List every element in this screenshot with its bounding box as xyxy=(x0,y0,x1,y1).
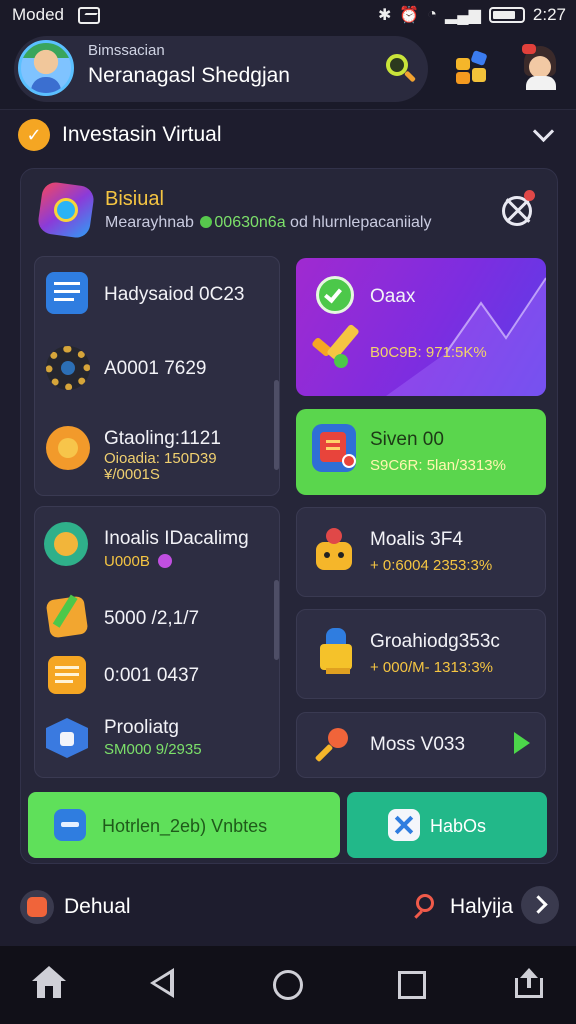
stat-card-title: Moalis 3F4 xyxy=(370,529,463,550)
gear-icon xyxy=(46,346,90,390)
check-coin-icon: ✓ xyxy=(18,119,50,151)
list-item-sub: U000B xyxy=(104,553,173,570)
share-icon[interactable] xyxy=(512,966,546,1000)
default-icon[interactable] xyxy=(20,890,54,924)
card-subtitle-suffix: od hlurnlepacaniialy xyxy=(290,214,432,231)
stat-card-title: Groahiodg353c xyxy=(370,631,500,652)
gem-icon xyxy=(158,554,173,568)
purple-card-title: Oaax xyxy=(370,286,416,307)
list-item-sub: SM000 9/2935 xyxy=(104,741,202,758)
globe-icon xyxy=(44,522,88,566)
list-item-sub: Oioadia: 150D39 xyxy=(104,450,217,467)
home-icon[interactable] xyxy=(32,966,66,1000)
list-item-label: Hadysaiod 0C23 xyxy=(104,284,245,305)
list-item-sub-value: U000B xyxy=(104,553,150,570)
card-title: Bisiual xyxy=(105,188,164,210)
recents-icon[interactable] xyxy=(398,971,426,999)
badge-globe-icon xyxy=(54,198,78,222)
list-item-label: Gtaoling:1121 xyxy=(104,428,221,449)
status-left: Moded xyxy=(12,5,100,25)
pencil-note-icon xyxy=(45,594,89,639)
list-item-label: 5000 /2,1/7 xyxy=(104,608,200,629)
key-icon xyxy=(312,726,352,766)
status-right: ✱ ⏰ ◔ ▂▄▆ 2:27 xyxy=(378,5,566,25)
blocks-icon[interactable] xyxy=(454,49,490,86)
search-icon[interactable] xyxy=(380,48,420,88)
check-circle-icon xyxy=(316,276,354,314)
home-circle-icon[interactable] xyxy=(273,970,303,1000)
section-title: Investasin Virtual xyxy=(62,123,222,146)
list-item-label: A0001 7629 xyxy=(104,358,207,379)
orange-gear-icon xyxy=(46,426,90,470)
stat-card-value: + 0:6004 2353:3% xyxy=(370,557,493,574)
primary-action-label: Hotrlen_2eb) Vnbtes xyxy=(102,816,268,836)
checkmark-badge-icon xyxy=(310,323,362,370)
user-avatar[interactable] xyxy=(18,40,74,96)
scrollbar[interactable] xyxy=(274,580,279,660)
document-icon xyxy=(46,272,88,314)
list-item-label: Prooliatg xyxy=(104,717,179,738)
stat-card-title: Moss V033 xyxy=(370,734,466,755)
crossed-circle-icon[interactable] xyxy=(498,190,538,230)
list-item-sub: ¥/0001S xyxy=(104,466,160,483)
battery-icon xyxy=(488,7,525,23)
purple-card-value: B0C9B: 971:5K% xyxy=(370,344,487,361)
clock: 2:27 xyxy=(532,5,566,24)
tools-icon xyxy=(388,809,420,841)
calendar-icon xyxy=(312,424,356,472)
card-subtitle-highlight: 00630n6a xyxy=(214,214,286,231)
bluetooth-icon: ✱ xyxy=(377,7,392,24)
list-item-label: Inoalis IDacalimg xyxy=(104,528,249,549)
signal-icon: ▂▄▆ xyxy=(444,7,481,24)
card-subtitle: Mearayhnab 00630n6a od hlurnlepacaniialy xyxy=(105,214,431,232)
card-subtitle-prefix: Mearayhnab xyxy=(105,214,194,231)
card-icon xyxy=(54,809,86,841)
chevron-down-icon[interactable] xyxy=(532,124,556,148)
play-arrow-icon[interactable] xyxy=(514,732,530,754)
notes-icon xyxy=(48,656,86,694)
secondary-action-label: HabOs xyxy=(430,816,487,836)
trophy-icon xyxy=(316,626,356,678)
back-icon-inner xyxy=(155,974,170,992)
green-card-value: S9C6R: 5lan/3313% xyxy=(370,457,506,474)
footer-left-label[interactable]: Dehual xyxy=(64,895,131,919)
scrollbar[interactable] xyxy=(274,380,279,470)
user-subtitle: Bimssacian xyxy=(88,42,165,59)
stat-card-value: + 000/M- 1313:3% xyxy=(370,659,493,676)
list-item-label: 0:001 0437 xyxy=(104,665,200,686)
footer-right-label[interactable]: Halyija xyxy=(450,895,513,919)
chevron-right-icon[interactable] xyxy=(521,886,559,924)
search-icon[interactable] xyxy=(414,892,442,920)
status-dot-icon xyxy=(200,216,213,228)
green-card-title: Siven 00 xyxy=(370,429,444,450)
profile-avatar-icon[interactable] xyxy=(520,44,562,90)
carrier-label: Moded xyxy=(12,5,64,24)
alarm-icon: ⏰ xyxy=(399,7,420,24)
notification-icon xyxy=(77,6,100,24)
wifi-icon: ◔ xyxy=(427,6,437,23)
user-name: Neranagasl Shedgjan xyxy=(88,64,290,87)
robot-icon xyxy=(312,526,356,574)
